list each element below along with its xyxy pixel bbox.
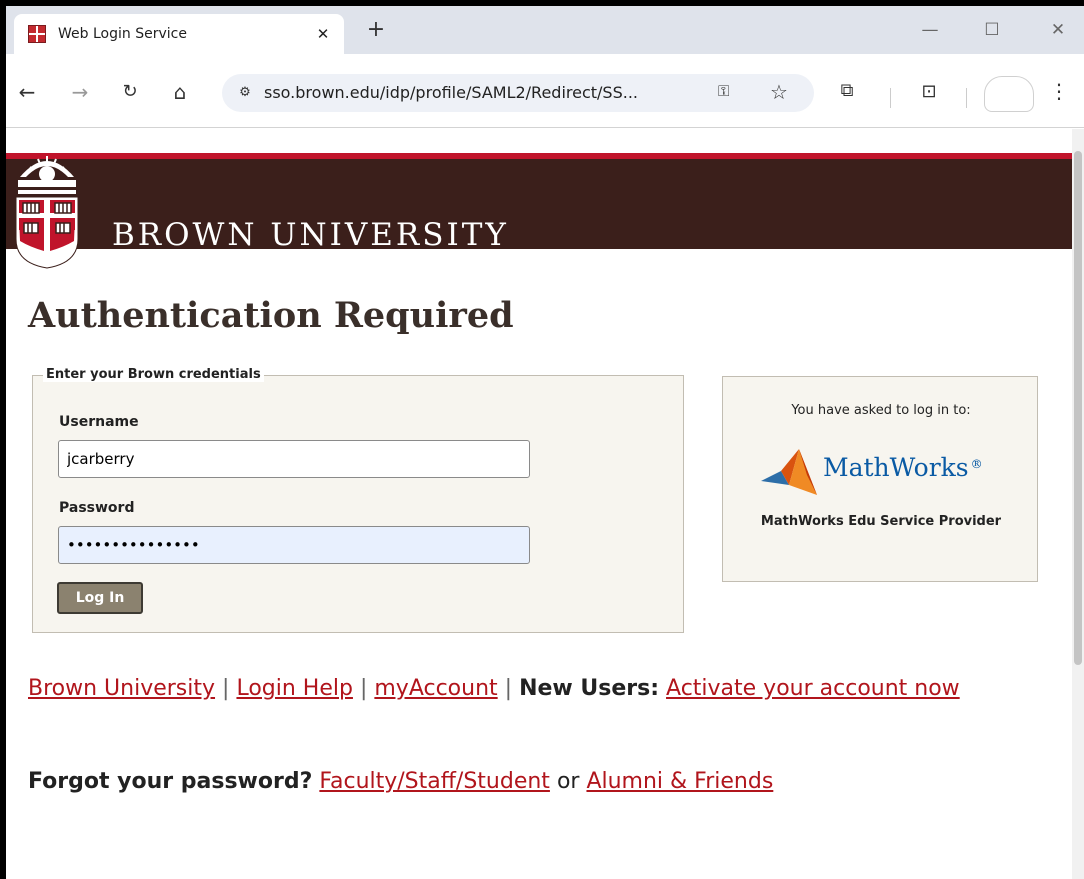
maximize-icon[interactable]: ☐	[978, 16, 1006, 44]
profile-avatar[interactable]	[984, 76, 1034, 112]
activate-account-link[interactable]: Activate your account now	[666, 676, 960, 701]
alumni-friends-link[interactable]: Alumni & Friends	[586, 769, 773, 794]
registered-mark: ®	[970, 457, 983, 471]
brown-favicon-icon	[28, 25, 46, 43]
brown-university-link[interactable]: Brown University	[28, 676, 215, 701]
extensions-icon[interactable]: ⧉	[832, 76, 862, 106]
browser-window: Web Login Service ✕ + — ☐ ✕ ← → ↻ ⌂ ⚙ ss…	[6, 6, 1084, 879]
toolbar-divider	[890, 88, 891, 108]
tab-close-icon[interactable]: ✕	[308, 25, 338, 43]
login-help-link[interactable]: Login Help	[236, 676, 353, 701]
address-bar[interactable]: ⚙ sso.brown.edu/idp/profile/SAML2/Redire…	[222, 74, 814, 112]
link-separator: |	[359, 676, 368, 701]
brand-name: BROWN UNIVERSITY	[112, 217, 509, 253]
footer-links: Brown University | Login Help | myAccoun…	[28, 667, 988, 711]
credentials-legend: Enter your Brown credentials	[43, 367, 264, 382]
username-label: Username	[59, 414, 139, 430]
site-info-icon[interactable]: ⚙	[234, 82, 256, 104]
service-provider-intro: You have asked to log in to:	[791, 403, 971, 418]
my-account-link[interactable]: myAccount	[374, 676, 497, 701]
mathworks-logo: MathWorks ®	[759, 445, 1005, 501]
brown-banner: BROWN UNIVERSITY	[6, 153, 1072, 253]
reload-icon[interactable]: ↻	[114, 76, 146, 108]
forgot-password-label: Forgot your password?	[28, 769, 313, 794]
login-button[interactable]: Log In	[57, 582, 143, 614]
password-input[interactable]	[58, 526, 530, 564]
link-separator: |	[222, 676, 230, 701]
url-text[interactable]: sso.brown.edu/idp/profile/SAML2/Redirect…	[264, 83, 638, 102]
tab-web-login-service[interactable]: Web Login Service ✕	[14, 14, 344, 54]
tab-title: Web Login Service	[58, 26, 187, 42]
toolbar-divider	[966, 88, 967, 108]
scrollbar-thumb[interactable]	[1074, 151, 1082, 665]
tab-search-icon[interactable]: ⊡	[914, 78, 944, 108]
faculty-staff-student-link[interactable]: Faculty/Staff/Student	[319, 769, 550, 794]
back-icon[interactable]: ←	[11, 76, 43, 108]
new-tab-button[interactable]: +	[360, 14, 392, 46]
browser-toolbar: ← → ↻ ⌂ ⚙ sso.brown.edu/idp/profile/SAML…	[6, 54, 1084, 128]
tab-strip: Web Login Service ✕ + — ☐ ✕	[6, 6, 1084, 54]
credentials-fieldset: Enter your Brown credentials Username Pa…	[32, 367, 684, 633]
bookmark-star-icon[interactable]: ☆	[770, 80, 788, 104]
page-title: Authentication Required	[28, 295, 514, 336]
link-separator: |	[504, 676, 513, 701]
mathworks-text: MathWorks	[823, 453, 969, 482]
close-window-icon[interactable]: ✕	[1044, 16, 1072, 44]
new-users-label: New Users:	[519, 676, 660, 701]
mathworks-wordmark: MathWorks ®	[823, 453, 983, 482]
service-provider-name: MathWorks Edu Service Provider	[760, 514, 1002, 529]
username-input[interactable]	[58, 440, 530, 478]
password-label: Password	[59, 500, 135, 516]
menu-icon[interactable]: ⋮	[1044, 76, 1074, 106]
page-scrollbar[interactable]	[1072, 129, 1084, 879]
forward-icon[interactable]: →	[64, 76, 96, 108]
service-provider-box: You have asked to log in to: MathWorks ® …	[722, 376, 1038, 582]
minimize-icon[interactable]: —	[916, 16, 944, 44]
page-viewport: BROWN UNIVERSITY Authentication Required…	[6, 129, 1072, 879]
mathworks-membrane-icon	[761, 449, 817, 495]
forgot-password-row: Forgot your password? Faculty/Staff/Stud…	[28, 769, 773, 794]
home-icon[interactable]: ⌂	[164, 76, 196, 108]
key-icon[interactable]: ⚿	[718, 82, 729, 100]
sun-rays	[20, 156, 74, 182]
or-text: or	[556, 769, 580, 794]
brown-crest-logo	[15, 156, 79, 269]
